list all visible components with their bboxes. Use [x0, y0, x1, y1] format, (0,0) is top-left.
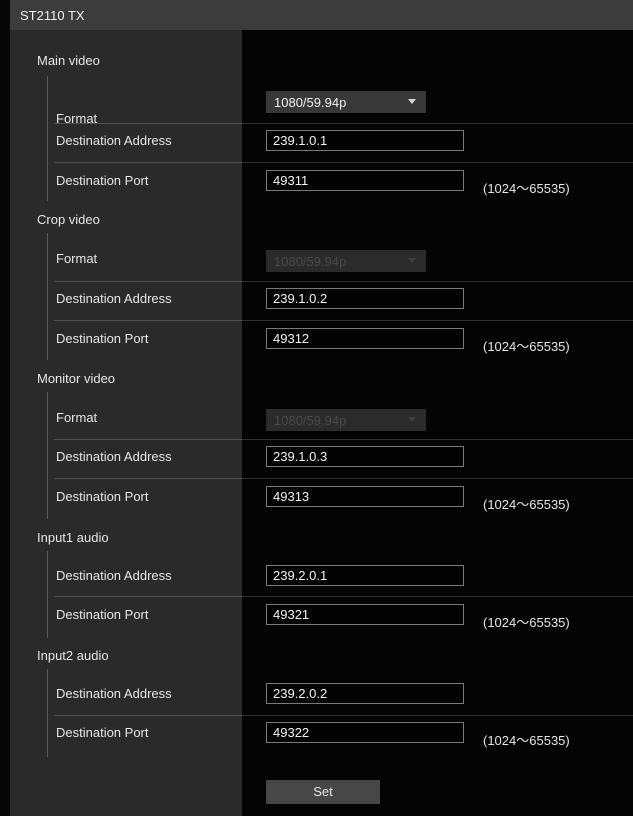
main-video-port-input[interactable]: 49311 — [266, 170, 464, 191]
input1-audio-port-range: (1024～65535) — [483, 615, 570, 630]
crop-video-format-select[interactable]: 1080/59.94p — [266, 250, 426, 272]
row-divider — [242, 281, 633, 282]
monitor-video-format-select[interactable]: 1080/59.94p — [266, 409, 426, 431]
row-divider — [242, 596, 633, 597]
section-divider-crop-video — [47, 233, 48, 360]
main-video-address-input[interactable]: 239.1.0.1 — [266, 130, 464, 151]
monitor-video-port-range: (1024～65535) — [483, 497, 570, 512]
main-video-port-label: Destination Port — [56, 173, 149, 188]
section-divider-input2-audio — [47, 669, 48, 757]
main-video-port-range: (1024～65535) — [483, 181, 570, 196]
crop-video-port-range: (1024～65535) — [483, 339, 570, 354]
header-title: ST2110 TX — [20, 8, 85, 23]
main-video-format-value: 1080/59.94p — [274, 95, 347, 110]
chevron-down-icon — [408, 258, 416, 263]
row-divider — [54, 596, 242, 597]
crop-video-format-label: Format — [56, 251, 98, 266]
crop-video-format-value: 1080/59.94p — [274, 254, 347, 269]
crop-video-address-input[interactable]: 239.1.0.2 — [266, 288, 464, 309]
monitor-video-address-input[interactable]: 239.1.0.3 — [266, 446, 464, 467]
section-title-main-video: Main video — [37, 53, 100, 68]
row-divider — [54, 715, 242, 716]
settings-header: ST2110 TX — [10, 0, 633, 30]
monitor-video-address-label: Destination Address — [56, 449, 172, 464]
row-divider — [54, 439, 242, 440]
section-divider-monitor-video — [47, 392, 48, 519]
row-divider — [54, 281, 242, 282]
row-divider — [242, 439, 633, 440]
crop-video-address-label: Destination Address — [56, 291, 172, 306]
input2-audio-address-input[interactable]: 239.2.0.2 — [266, 683, 464, 704]
monitor-video-format-value: 1080/59.94p — [274, 413, 347, 428]
input1-audio-port-input[interactable]: 49321 — [266, 604, 464, 625]
section-title-monitor-video: Monitor video — [37, 371, 116, 386]
row-divider — [242, 320, 633, 321]
input2-audio-address-label: Destination Address — [56, 686, 172, 701]
monitor-video-port-label: Destination Port — [56, 489, 149, 504]
crop-video-port-label: Destination Port — [56, 331, 149, 346]
section-divider-main-video — [47, 76, 48, 201]
monitor-video-port-input[interactable]: 49313 — [266, 486, 464, 507]
section-title-input1-audio: Input1 audio — [37, 530, 109, 545]
chevron-down-icon — [408, 99, 416, 104]
input2-audio-port-range: (1024～65535) — [483, 733, 570, 748]
row-divider — [54, 162, 242, 163]
row-divider — [242, 123, 633, 124]
row-divider — [54, 123, 242, 124]
chevron-down-icon — [408, 417, 416, 422]
input1-audio-port-label: Destination Port — [56, 607, 149, 622]
input2-audio-port-label: Destination Port — [56, 725, 149, 740]
row-divider — [54, 478, 242, 479]
input1-audio-address-input[interactable]: 239.2.0.1 — [266, 565, 464, 586]
section-title-crop-video: Crop video — [37, 212, 100, 227]
crop-video-port-input[interactable]: 49312 — [266, 328, 464, 349]
section-title-input2-audio: Input2 audio — [37, 648, 109, 663]
input1-audio-address-label: Destination Address — [56, 568, 172, 583]
section-divider-input1-audio — [47, 551, 48, 638]
row-divider — [54, 320, 242, 321]
set-button[interactable]: Set — [266, 780, 380, 804]
monitor-video-format-label: Format — [56, 410, 98, 425]
main-video-address-label: Destination Address — [56, 133, 172, 148]
row-divider — [242, 715, 633, 716]
row-divider — [242, 162, 633, 163]
main-video-format-select[interactable]: 1080/59.94p — [266, 91, 426, 113]
input2-audio-port-input[interactable]: 49322 — [266, 722, 464, 743]
row-divider — [242, 478, 633, 479]
